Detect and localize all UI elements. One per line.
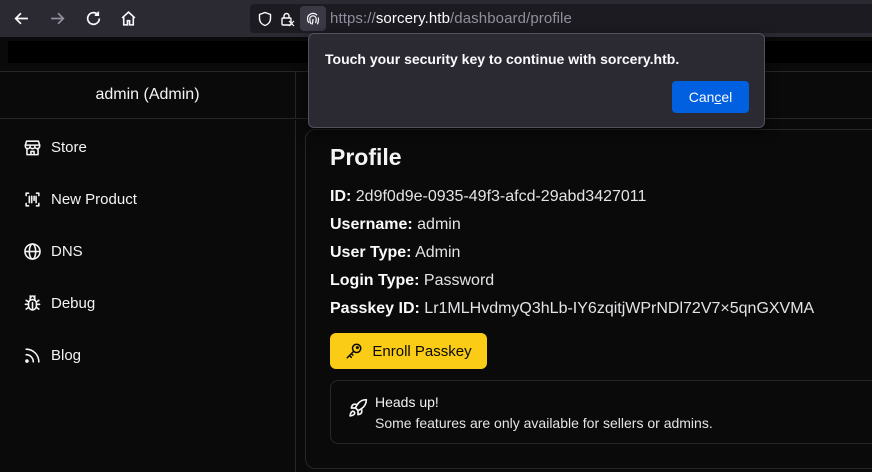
reload-icon [86, 11, 100, 26]
sidebar-item-debug[interactable]: Debug [22, 290, 95, 316]
profile-field-id: ID: 2d9f0d9e-0935-49f3-afcd-29abd3427011 [330, 188, 647, 205]
rss-icon [22, 345, 42, 365]
popup-message: Touch your security key to continue with… [325, 51, 680, 67]
profile-field-user-type: User Type: Admin [330, 244, 461, 261]
back-arrow-icon [13, 12, 28, 25]
alert-description: Some features are only available for sel… [375, 415, 713, 431]
enroll-passkey-button[interactable]: Enroll Passkey [330, 333, 487, 369]
sidebar-item-label: New Product [51, 190, 137, 208]
page-title: Profile [330, 144, 402, 170]
globe-icon [22, 241, 42, 261]
profile-field-username: Username: admin [330, 216, 461, 233]
key-icon [346, 343, 362, 359]
sidebar-item-label: Store [51, 138, 87, 156]
sidebar: Store New Product DNS Debug Blog [0, 120, 296, 472]
user-display: admin (Admin) [0, 72, 296, 118]
bug-icon [22, 293, 42, 313]
insecure-lock-icon[interactable] [276, 4, 298, 33]
reload-button[interactable] [75, 0, 111, 37]
alert-title: Heads up! [375, 394, 439, 410]
cancel-button[interactable]: Can c el [672, 81, 749, 113]
browser-toolbar: https://sorcery.htb/dashboard/profile [0, 0, 872, 37]
sidebar-item-label: Debug [51, 294, 96, 312]
forward-arrow-icon [50, 12, 65, 25]
url-text[interactable]: https://sorcery.htb/dashboard/profile [330, 10, 572, 27]
back-button[interactable] [3, 0, 39, 37]
profile-field-passkey-id: Passkey ID: Lr1MLHvdmyQ3hLb-IY6zqitjWPrN… [330, 300, 815, 317]
enroll-passkey-label: Enroll Passkey [372, 342, 472, 360]
sidebar-item-label: Blog [51, 346, 82, 364]
sidebar-item-label: DNS [51, 242, 83, 260]
sidebar-item-new-product[interactable]: New Product [22, 186, 137, 212]
home-button[interactable] [110, 0, 146, 37]
fingerprint-icon[interactable] [300, 6, 326, 31]
rocket-icon [349, 398, 368, 417]
new-product-icon [22, 189, 42, 209]
url-bar[interactable]: https://sorcery.htb/dashboard/profile [250, 4, 872, 33]
store-icon [22, 137, 42, 157]
sidebar-item-store[interactable]: Store [22, 134, 87, 160]
tracking-protection-icon[interactable] [254, 4, 276, 33]
sidebar-item-blog[interactable]: Blog [22, 342, 81, 368]
security-key-popup: Touch your security key to continue with… [308, 33, 765, 128]
forward-button[interactable] [39, 0, 75, 37]
sidebar-item-dns[interactable]: DNS [22, 238, 83, 264]
home-icon [121, 11, 135, 26]
profile-field-login-type: Login Type: Password [330, 272, 495, 289]
heads-up-alert: Heads up! Some features are only availab… [330, 380, 872, 444]
